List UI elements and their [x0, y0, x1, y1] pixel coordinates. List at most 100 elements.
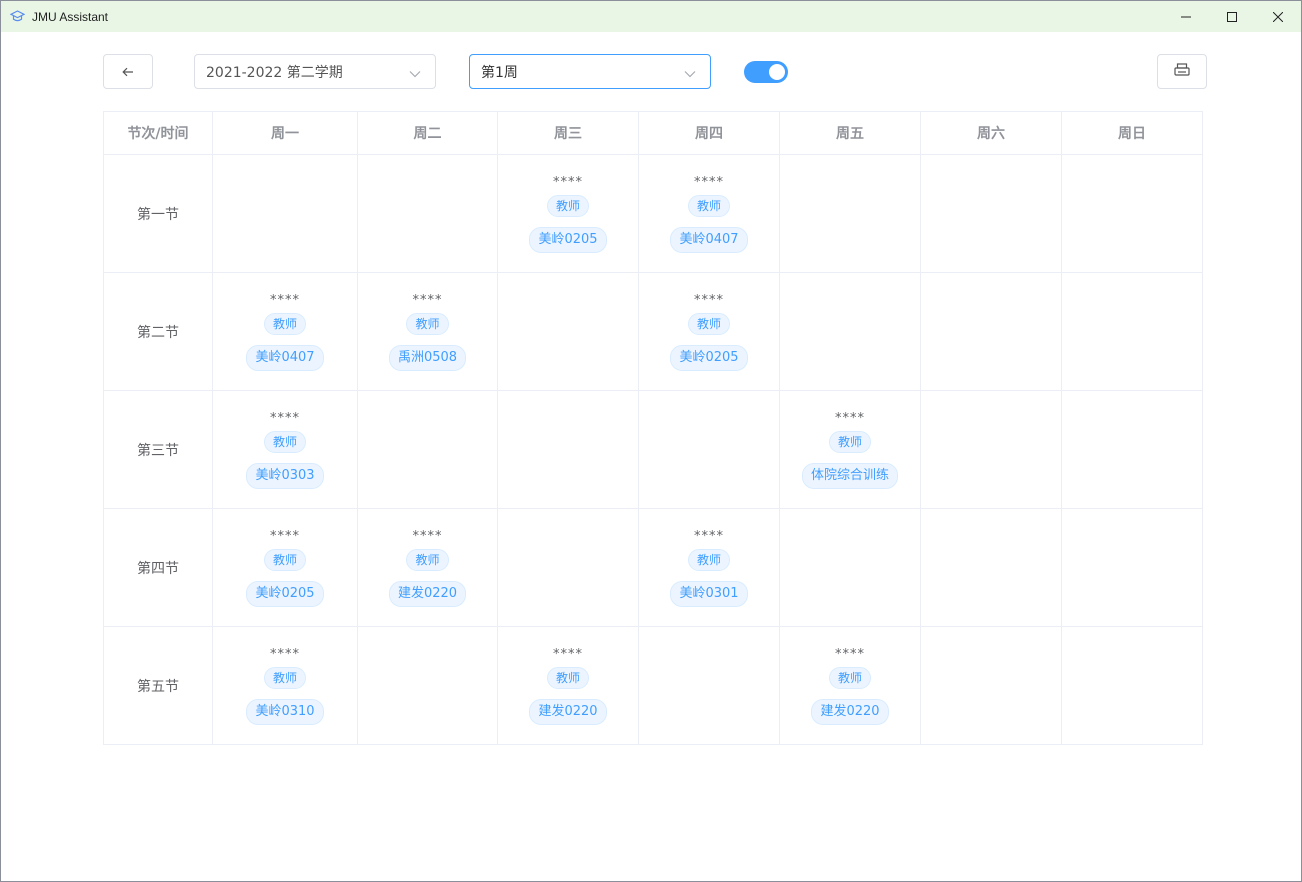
period-label: 第二节: [103, 272, 213, 391]
timetable-cell[interactable]: **** 教师美岭0407: [638, 154, 780, 273]
teacher-tag: 教师: [263, 312, 306, 335]
chevron-down-icon: [684, 66, 696, 82]
maximize-button[interactable]: [1209, 1, 1255, 32]
view-toggle-switch[interactable]: [744, 61, 788, 83]
timetable-cell[interactable]: **** 教师 建发0220: [357, 508, 498, 627]
timetable-cell[interactable]: **** 教师 美岭0407: [212, 272, 358, 391]
minimize-button[interactable]: [1163, 1, 1209, 32]
course-card[interactable]: **** 教师禹洲0508: [358, 293, 497, 371]
course-name: ****: [412, 292, 443, 308]
day-header: 周日: [1061, 111, 1203, 155]
course-card[interactable]: **** 教师美岭0205: [498, 175, 638, 253]
classroom-tag: 美岭0303: [246, 462, 324, 489]
close-button[interactable]: [1255, 1, 1301, 32]
classroom-tag: 建发0220: [529, 698, 607, 725]
course-name: ****: [270, 528, 300, 544]
timetable-cell: [920, 390, 1062, 509]
classroom-tag: 禹洲0508: [388, 344, 467, 371]
course-name: ****: [694, 292, 724, 308]
timetable-cell: [920, 154, 1062, 273]
print-button[interactable]: [1157, 54, 1207, 89]
course-card[interactable]: **** 教师 美岭0407: [213, 293, 357, 371]
week-select[interactable]: 第1周: [469, 54, 711, 89]
course-name: ****: [270, 646, 300, 662]
classroom-tag: 美岭0205: [246, 580, 324, 607]
day-header: 周一: [212, 111, 358, 155]
timetable-cell[interactable]: **** 教师美岭0205: [497, 154, 639, 273]
course-name: ****: [835, 646, 865, 662]
day-header: 周三: [497, 111, 639, 155]
timetable-cell: [1061, 154, 1203, 273]
printer-icon: [1174, 62, 1190, 81]
teacher-tag: 教师: [263, 548, 306, 571]
course-name: ****: [270, 410, 300, 426]
timetable-cell[interactable]: **** 教师禹洲0508: [357, 272, 498, 391]
course-card[interactable]: **** 教师美岭0310: [213, 647, 357, 725]
timetable-cell: [357, 154, 498, 273]
timetable-cell: [779, 508, 921, 627]
teacher-tag: 教师: [406, 548, 449, 571]
timetable-cell: [638, 390, 780, 509]
timetable-cell[interactable]: **** 教师建发0220: [497, 626, 639, 745]
period-row: 第三节 **** 教师 美岭0303 **** 教师 体院综合训练: [103, 390, 1203, 509]
course-name: ****: [553, 646, 583, 662]
classroom-tag: 美岭0407: [670, 226, 748, 253]
corner-header: 节次/时间: [103, 111, 213, 155]
period-label: 第四节: [103, 508, 213, 627]
teacher-tag: 教师: [263, 666, 306, 689]
day-header: 周五: [779, 111, 921, 155]
timetable-cell: [357, 390, 498, 509]
timetable-cell: [357, 626, 498, 745]
period-row: 第四节 **** 教师美岭0205 **** 教师建发0220 **** 教师 美岭0301: [103, 508, 1203, 627]
timetable-cell: [1061, 272, 1203, 391]
timetable-cell[interactable]: **** 教师 体院综合训练: [779, 390, 921, 509]
timetable-cell: [497, 272, 639, 391]
course-card[interactable]: **** 教师 美岭0303: [213, 411, 357, 489]
course-name: ****: [694, 174, 724, 190]
course-card[interactable]: **** 教师美岭0407: [639, 175, 779, 253]
period-label: 第三节: [103, 390, 213, 509]
back-button[interactable]: [103, 54, 153, 89]
teacher-tag: 教师: [546, 194, 589, 217]
timetable-cell[interactable]: **** 教师美岭0310: [212, 626, 358, 745]
timetable-cell[interactable]: **** 教师 美岭0303: [212, 390, 358, 509]
term-select[interactable]: 2021-2022 第二学期: [194, 54, 436, 89]
course-card[interactable]: **** 教师 建发0220: [358, 529, 497, 607]
timetable-cell: [779, 154, 921, 273]
timetable-cell[interactable]: **** 教师美岭0205: [638, 272, 780, 391]
course-card[interactable]: **** 教师美岭0205: [213, 529, 357, 607]
timetable-cell[interactable]: **** 教师 美岭0301: [638, 508, 780, 627]
period-label: 第五节: [103, 626, 213, 745]
timetable-cell[interactable]: **** 教师美岭0205: [212, 508, 358, 627]
teacher-tag: 教师: [828, 430, 871, 453]
classroom-tag: 美岭0301: [670, 580, 748, 607]
teacher-tag: 教师: [406, 312, 449, 335]
teacher-tag: 教师: [687, 312, 730, 335]
title-bar: JMU Assistant: [1, 1, 1301, 32]
teacher-tag: 教师: [687, 194, 730, 217]
graduation-cap-icon: [10, 9, 26, 25]
course-card[interactable]: **** 教师 建发0220: [780, 647, 920, 725]
classroom-tag: 美岭0205: [529, 226, 607, 253]
period-row: 第二节 **** 教师 美岭0407 **** 教师禹洲0508 **** 教师美岭0205: [103, 272, 1203, 391]
classroom-tag: 美岭0205: [670, 344, 748, 371]
teacher-tag: 教师: [546, 666, 589, 689]
timetable-cell: [920, 272, 1062, 391]
course-card[interactable]: **** 教师 美岭0301: [639, 529, 779, 607]
course-card[interactable]: **** 教师建发0220: [498, 647, 638, 725]
day-header: 周四: [638, 111, 780, 155]
period-row: 第五节 **** 教师 美岭0310 **** 教师 建发0220 **** 教师 建发0220: [103, 626, 1203, 745]
timetable-cell: [212, 154, 358, 273]
timetable-cell: [1061, 390, 1203, 509]
course-name: ****: [553, 174, 583, 190]
classroom-tag: 建发0220: [811, 698, 889, 725]
timetable-cell[interactable]: **** 教师 建发0220: [779, 626, 921, 745]
course-name: ****: [835, 410, 865, 426]
course-card[interactable]: **** 教师 体院综合训练: [780, 411, 920, 489]
course-card[interactable]: **** 教师美岭0205: [639, 293, 779, 371]
timetable-cell: [497, 390, 639, 509]
timetable-cell: [779, 272, 921, 391]
toolbar: 2021-2022 第二学期 第1周: [1, 54, 1301, 90]
classroom-tag: 建发0220: [388, 580, 467, 607]
classroom-tag: 美岭0310: [246, 698, 324, 725]
